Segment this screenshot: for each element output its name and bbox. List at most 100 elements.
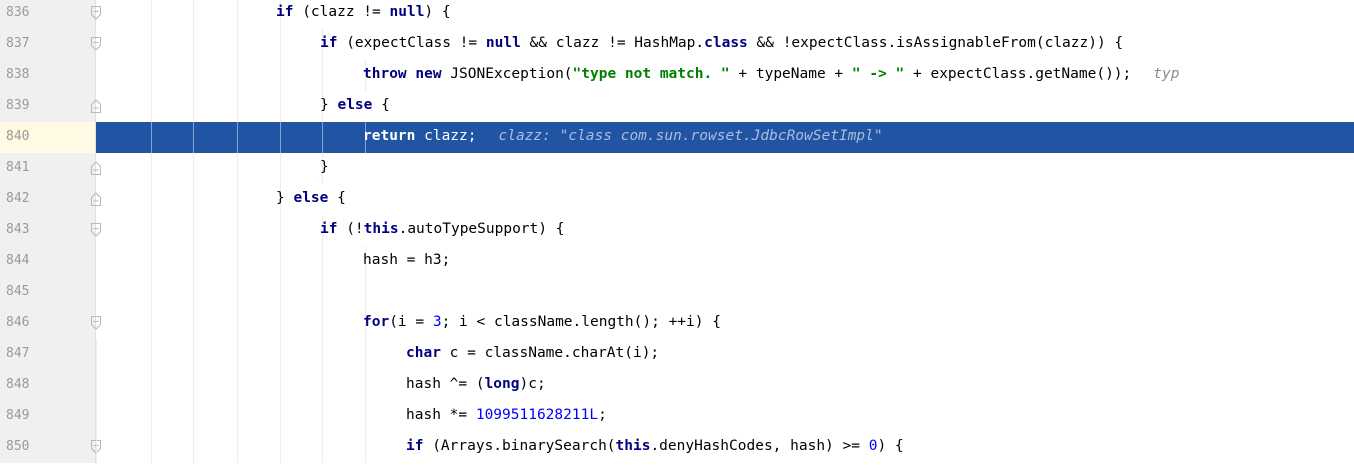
code-line[interactable]: 836 if (clazz != null) {	[0, 0, 1354, 29]
code-area[interactable]: if (Arrays.binarySearch(this.denyHashCod…	[96, 432, 1354, 463]
code-text[interactable]: for(i = 3; i < className.length(); ++i) …	[363, 314, 721, 330]
gutter[interactable]: 849	[0, 401, 96, 432]
code-token: clazz;	[415, 128, 477, 144]
gutter[interactable]: 843	[0, 215, 101, 246]
code-token: (Arrays.binarySearch(	[423, 438, 616, 454]
line-number: 840	[6, 129, 30, 144]
gutter[interactable]: 850	[0, 432, 101, 463]
gutter[interactable]: 841	[0, 153, 101, 184]
code-area[interactable]: hash = h3;	[96, 246, 1354, 277]
code-token: hash ^= (	[406, 376, 485, 392]
code-line[interactable]: 843 if (!this.autoTypeSupport) {	[0, 215, 1354, 246]
code-line[interactable]: 841}	[0, 153, 1354, 184]
code-token: else	[337, 97, 373, 113]
code-line[interactable]: 839 } else {	[0, 91, 1354, 122]
code-text[interactable]: hash ^= (long)c;	[406, 376, 546, 392]
line-number: 842	[6, 191, 30, 206]
indent-guide	[280, 215, 281, 246]
code-area[interactable]: } else {	[96, 91, 1354, 122]
indent-guide	[237, 60, 238, 91]
indent-guide	[280, 29, 281, 60]
code-line[interactable]: 844 hash = h3;	[0, 246, 1354, 277]
code-area[interactable]: hash *= 1099511628211L;	[96, 401, 1354, 432]
code-line[interactable]: 845	[0, 277, 1354, 308]
gutter[interactable]: 845	[0, 277, 96, 308]
code-line[interactable]: 846 for(i = 3; i < className.length(); ++…	[0, 308, 1354, 339]
code-text[interactable]: hash = h3;	[363, 252, 450, 268]
gutter[interactable]: 839	[0, 91, 101, 122]
indent-guide	[193, 277, 194, 308]
code-token: .denyHashCodes, hash) >=	[650, 438, 869, 454]
code-text[interactable]: }	[320, 159, 329, 175]
code-area[interactable]: if (expectClass != null && clazz != Hash…	[96, 29, 1354, 60]
code-area[interactable]: for(i = 3; i < className.length(); ++i) …	[96, 308, 1354, 339]
gutter[interactable]: 844	[0, 246, 96, 277]
indent-guide	[151, 215, 152, 246]
indent-guide	[322, 370, 323, 401]
gutter[interactable]: 848	[0, 370, 96, 401]
indent-guide	[237, 0, 238, 29]
code-text[interactable]: } else {	[320, 97, 390, 113]
code-token: if	[320, 35, 338, 51]
code-area[interactable]: } else {	[96, 184, 1354, 215]
line-number: 848	[6, 377, 30, 392]
indent-guide	[193, 432, 194, 463]
code-token: && !expectClass.isAssignableFrom(clazz))…	[747, 35, 1124, 51]
indent-guide	[151, 401, 152, 432]
code-text[interactable]: return clazz; clazz: "class com.sun.rowse…	[363, 128, 883, 144]
indent-guide	[280, 370, 281, 401]
code-area[interactable]: if (clazz != null) {	[96, 0, 1354, 29]
code-area[interactable]: }	[96, 153, 1354, 184]
code-line[interactable]: 838 throw new JSONException("type not mat…	[0, 60, 1354, 91]
code-line[interactable]: 842 } else {	[0, 184, 1354, 215]
code-text[interactable]: if (!this.autoTypeSupport) {	[320, 221, 564, 237]
gutter[interactable]: 847	[0, 339, 96, 370]
code-text[interactable]: char c = className.charAt(i);	[406, 345, 659, 361]
code-line[interactable]: 837 if (expectClass != null && clazz != H…	[0, 29, 1354, 60]
code-token: if	[276, 4, 294, 20]
indent-guide	[151, 29, 152, 60]
code-token: 1099511628211L	[475, 407, 599, 423]
code-token: null	[485, 35, 521, 51]
indent-guide	[193, 91, 194, 122]
indent-guide	[151, 0, 152, 29]
indent-guide	[237, 184, 238, 215]
code-area[interactable]: hash ^= (long)c;	[96, 370, 1354, 401]
indent-guide	[151, 122, 152, 153]
code-area[interactable]: return clazz; clazz: "class com.sun.rowse…	[96, 122, 1354, 153]
code-text[interactable]: throw new JSONException("type not match.…	[363, 66, 1179, 82]
code-line[interactable]: 849 hash *= 1099511628211L;	[0, 401, 1354, 432]
code-text[interactable]: } else {	[276, 190, 346, 206]
code-text[interactable]: if (Arrays.binarySearch(this.denyHashCod…	[406, 438, 904, 454]
indent-guide	[193, 29, 194, 60]
code-area[interactable]: if (!this.autoTypeSupport) {	[96, 215, 1354, 246]
code-token: + typeName +	[729, 66, 852, 82]
code-text[interactable]: if (clazz != null) {	[276, 4, 451, 20]
indent-guide	[193, 0, 194, 29]
code-editor[interactable]: 836 if (clazz != null) { 837 if (expectClas…	[0, 0, 1354, 470]
gutter[interactable]: 840	[0, 122, 96, 153]
line-number: 837	[6, 36, 30, 51]
code-area[interactable]: char c = className.charAt(i);	[96, 339, 1354, 370]
code-line[interactable]: 850 if (Arrays.binarySearch(this.denyHash…	[0, 432, 1354, 463]
gutter[interactable]: 836	[0, 0, 101, 29]
indent-guide	[193, 370, 194, 401]
indent-guide	[322, 401, 323, 432]
code-token: hash = h3;	[363, 252, 451, 268]
code-token: ) {	[877, 438, 904, 454]
gutter[interactable]: 838	[0, 60, 96, 91]
code-token: if	[406, 438, 424, 454]
gutter[interactable]: 837	[0, 29, 101, 60]
gutter[interactable]: 846	[0, 308, 101, 339]
code-area[interactable]	[96, 277, 1354, 308]
gutter[interactable]: 842	[0, 184, 101, 215]
code-text[interactable]: if (expectClass != null && clazz != Hash…	[320, 35, 1123, 51]
line-number: 841	[6, 160, 30, 175]
code-area[interactable]: throw new JSONException("type not match.…	[96, 60, 1354, 91]
code-line[interactable]: 847 char c = className.charAt(i);	[0, 339, 1354, 370]
code-line[interactable]: 840 return clazz; clazz: "class com.sun.ro…	[0, 122, 1354, 153]
code-token: c = className.charAt(i);	[440, 345, 660, 361]
indent-guide	[322, 122, 323, 153]
code-text[interactable]: hash *= 1099511628211L;	[406, 407, 607, 423]
code-line[interactable]: 848 hash ^= (long)c;	[0, 370, 1354, 401]
